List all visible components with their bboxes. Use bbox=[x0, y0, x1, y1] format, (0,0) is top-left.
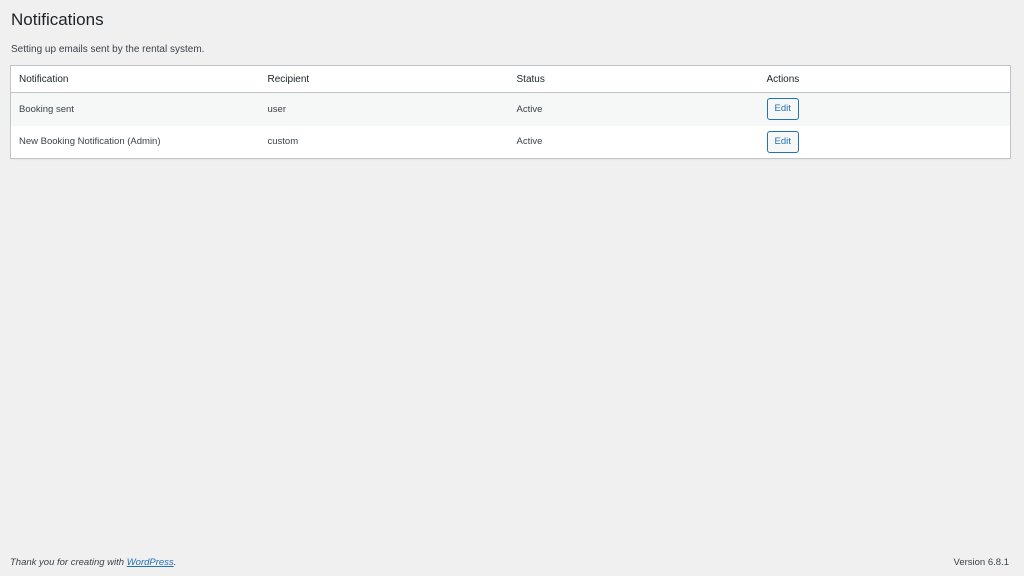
column-header-notification: Notification bbox=[10, 65, 260, 93]
notification-recipient: user bbox=[259, 92, 509, 126]
wordpress-link[interactable]: WordPress bbox=[127, 557, 174, 568]
notification-recipient: custom bbox=[259, 125, 509, 159]
admin-page: Notifications Setting up emails sent by … bbox=[0, 0, 1024, 576]
footer-thanks: Thank you for creating with WordPress. bbox=[10, 557, 176, 568]
notification-status: Active bbox=[508, 92, 759, 126]
edit-button[interactable]: Edit bbox=[766, 98, 799, 121]
column-header-status: Status bbox=[508, 65, 759, 93]
notification-name: Booking sent bbox=[10, 92, 260, 126]
table-row: Booking sent user Active Edit bbox=[10, 92, 1011, 126]
actions-cell: Edit bbox=[758, 125, 1011, 159]
notifications-table: Notification Recipient Status Actions Bo… bbox=[10, 65, 1011, 159]
table-header-row: Notification Recipient Status Actions bbox=[10, 65, 1011, 93]
edit-button[interactable]: Edit bbox=[766, 130, 799, 153]
actions-cell: Edit bbox=[758, 92, 1011, 126]
footer-thanks-prefix: Thank you for creating with bbox=[10, 557, 127, 568]
column-header-actions: Actions bbox=[758, 65, 1011, 93]
page-title: Notifications bbox=[11, 10, 104, 29]
column-header-recipient: Recipient bbox=[259, 65, 509, 93]
footer-thanks-suffix: . bbox=[173, 557, 177, 568]
table-row: New Booking Notification (Admin) custom … bbox=[10, 125, 1011, 159]
notification-name: New Booking Notification (Admin) bbox=[10, 125, 260, 159]
page-description: Setting up emails sent by the rental sys… bbox=[11, 44, 205, 55]
notification-status: Active bbox=[508, 125, 759, 159]
footer-version: Version 6.8.1 bbox=[953, 557, 1009, 568]
